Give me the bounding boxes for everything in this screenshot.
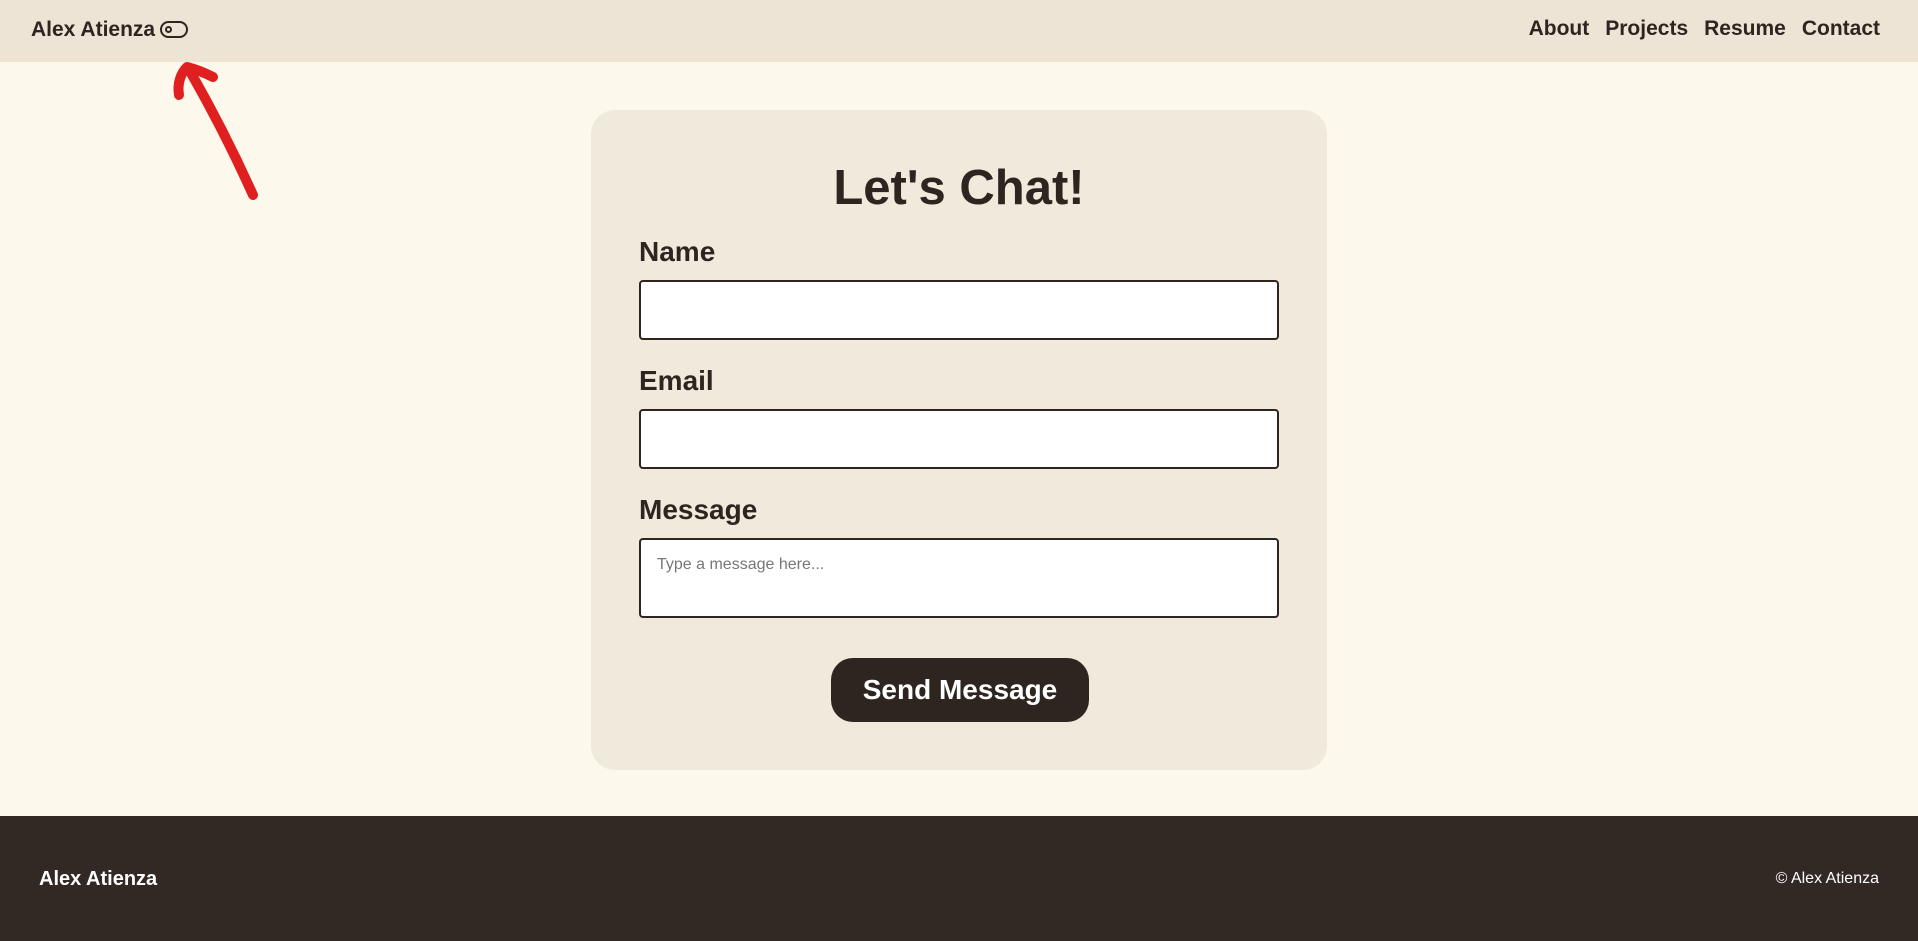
message-label: Message (639, 494, 758, 525)
main-nav: About Projects Resume Contact (1529, 17, 1880, 41)
footer-brand[interactable]: Alex Atienza (39, 868, 157, 891)
footer-copyright: © Alex Atienza (1775, 870, 1879, 887)
nav-link-about[interactable]: About (1529, 17, 1590, 41)
nav-link-projects[interactable]: Projects (1605, 17, 1688, 41)
message-field[interactable] (639, 538, 1279, 618)
site-brand[interactable]: Alex Atienza (31, 18, 155, 42)
nav-link-resume[interactable]: Resume (1704, 17, 1786, 41)
site-footer: Alex Atienza © Alex Atienza (0, 816, 1918, 941)
send-message-button[interactable]: Send Message (831, 658, 1089, 722)
site-header: Alex Atienza About Projects Resume Conta… (0, 0, 1918, 62)
toggle-switch-icon[interactable] (160, 21, 188, 38)
toggle-knob (165, 26, 172, 33)
annotation-arrow-icon (173, 62, 258, 200)
contact-card: Let's Chat! Name Email Message Send Mess… (591, 110, 1327, 770)
email-label: Email (639, 365, 714, 396)
email-field[interactable] (639, 409, 1279, 469)
page-title: Let's Chat! (833, 161, 1085, 215)
name-label: Name (639, 236, 716, 267)
nav-link-contact[interactable]: Contact (1802, 17, 1880, 41)
name-field[interactable] (639, 280, 1279, 340)
